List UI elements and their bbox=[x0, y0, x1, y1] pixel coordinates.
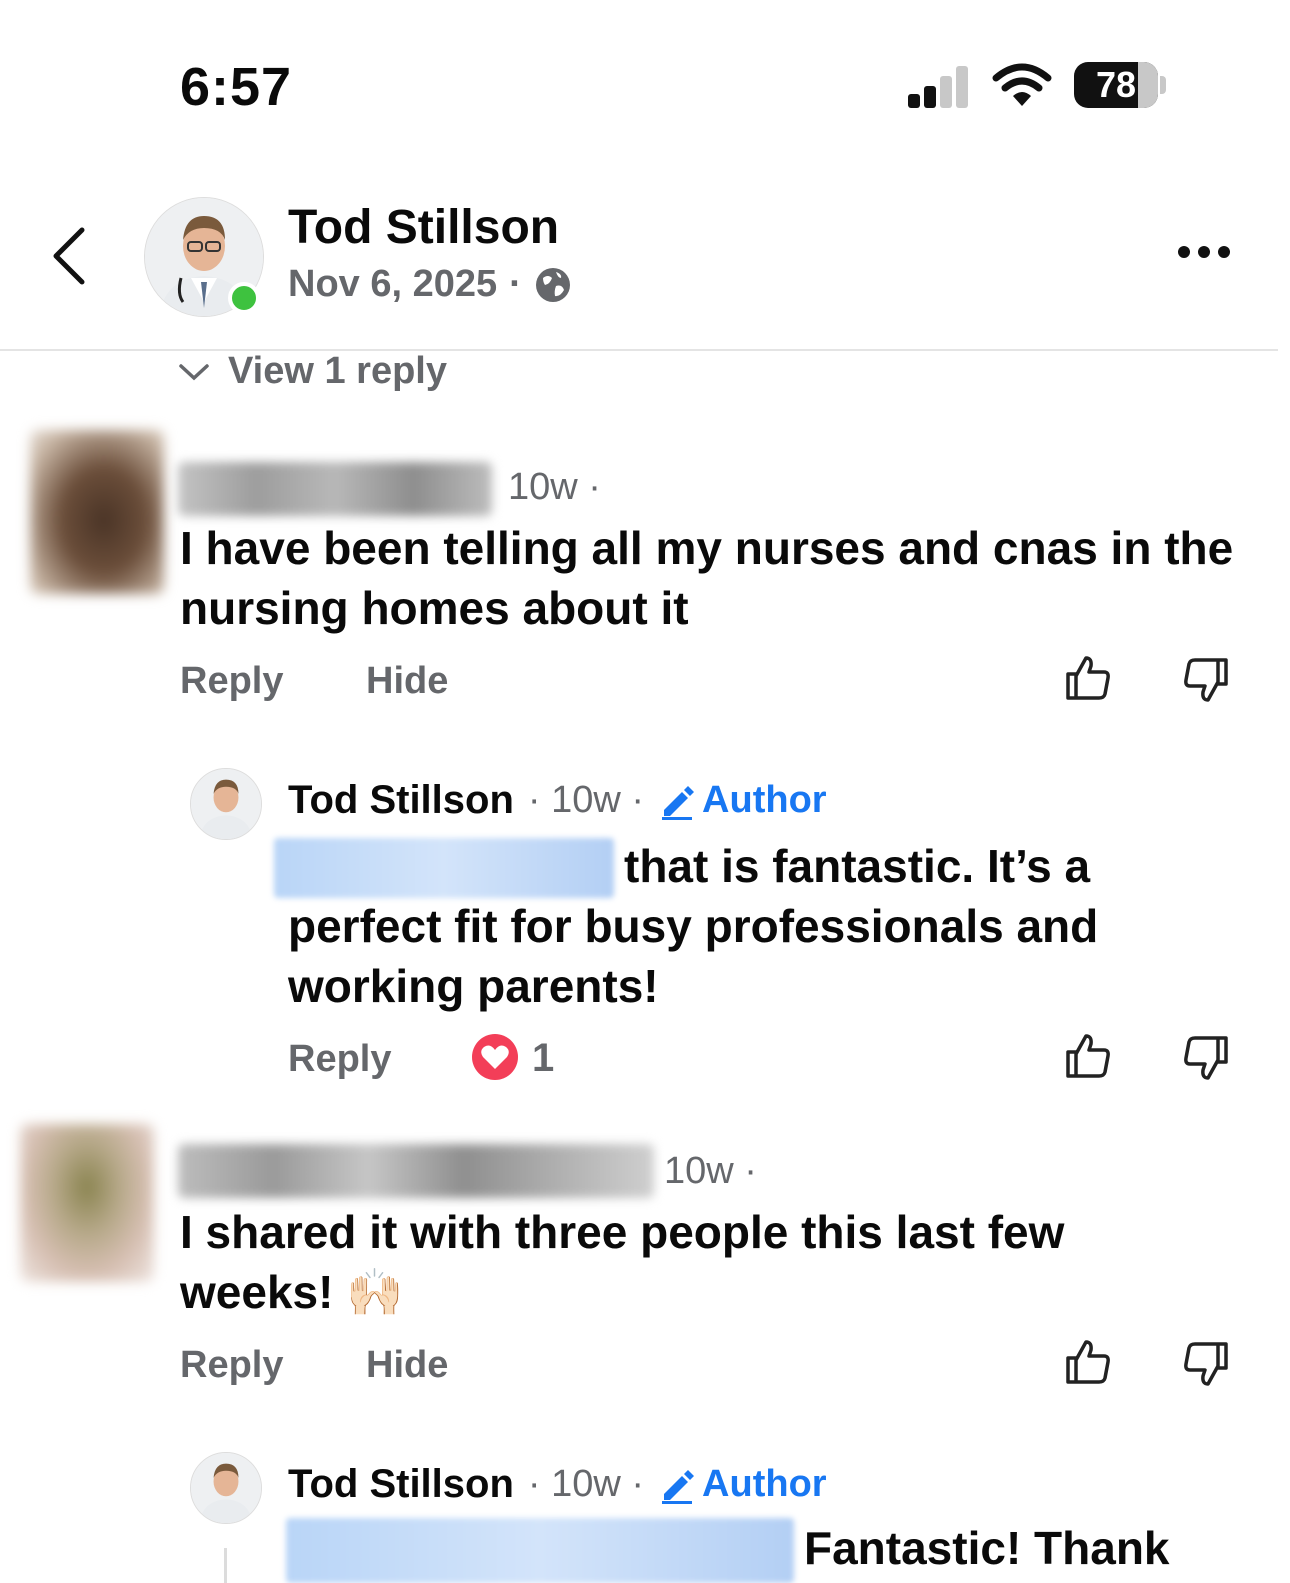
author-label: Author bbox=[702, 779, 827, 821]
reply-author-name[interactable]: Tod Stillson bbox=[288, 778, 514, 823]
author-badge: Author bbox=[658, 1463, 827, 1506]
comment-text-line2: weeks! 🙌🏻 bbox=[180, 1266, 404, 1318]
meta-separator: · bbox=[509, 263, 522, 305]
commenter-avatar[interactable] bbox=[30, 430, 164, 594]
pencil-icon bbox=[662, 785, 695, 820]
reply-meta: · 10w · bbox=[527, 1463, 645, 1505]
thumbs-up-icon[interactable] bbox=[1064, 654, 1112, 702]
reply-button[interactable]: Reply bbox=[180, 660, 283, 703]
thread-line bbox=[224, 1548, 227, 1583]
thumbs-up-icon[interactable] bbox=[1064, 1032, 1112, 1080]
back-chevron-icon[interactable] bbox=[48, 226, 92, 286]
author-badge: Author bbox=[658, 779, 827, 822]
comment-timestamp: 10w · bbox=[508, 466, 601, 508]
reply-avatar[interactable] bbox=[190, 1452, 262, 1524]
post-author-name[interactable]: Tod Stillson bbox=[288, 200, 559, 255]
pencil-icon bbox=[662, 1469, 695, 1504]
mention-redacted[interactable] bbox=[286, 1518, 794, 1583]
comment-timestamp: 10w · bbox=[664, 1150, 757, 1192]
comment-text: I have been telling all my nurses and cn… bbox=[180, 522, 1234, 634]
heart-glyph bbox=[481, 1045, 509, 1069]
reply-text-line2: perfect fit for busy professionals and bbox=[288, 900, 1099, 952]
thumbs-down-icon[interactable] bbox=[1182, 1340, 1230, 1388]
reply-text-line1: Fantastic! Thank bbox=[804, 1522, 1170, 1574]
battery-cap bbox=[1160, 76, 1166, 94]
post-date: Nov 6, 2025 bbox=[288, 263, 498, 305]
globe-icon bbox=[535, 267, 570, 302]
signal-icon bbox=[908, 66, 968, 108]
reaction-count: 1 bbox=[532, 1036, 555, 1080]
mention-redacted[interactable] bbox=[274, 838, 614, 898]
reply-author-name[interactable]: Tod Stillson bbox=[288, 1462, 514, 1507]
battery-icon: 78 bbox=[1074, 62, 1158, 108]
online-status-dot bbox=[228, 282, 260, 314]
comment-text-line1: I shared it with three people this last … bbox=[180, 1206, 1065, 1258]
reply-avatar[interactable] bbox=[190, 768, 262, 840]
reply-button[interactable]: Reply bbox=[288, 1038, 391, 1081]
commenter-avatar[interactable] bbox=[20, 1124, 154, 1282]
reply-text-line1: that is fantastic. It’s a bbox=[624, 840, 1091, 892]
reply-avatar-portrait bbox=[191, 1453, 261, 1523]
thumbs-down-icon[interactable] bbox=[1182, 1034, 1230, 1082]
status-time: 6:57 bbox=[180, 57, 293, 117]
author-label: Author bbox=[702, 1463, 827, 1505]
reply-avatar-portrait bbox=[191, 769, 261, 839]
battery-level: 78 bbox=[1095, 64, 1137, 105]
thumbs-down-icon[interactable] bbox=[1182, 656, 1230, 704]
chevron-down-icon bbox=[179, 363, 209, 380]
post-meta: Nov 6, 2025 · bbox=[288, 263, 572, 306]
reply-meta: · 10w · bbox=[527, 779, 645, 821]
view-replies-link[interactable]: View 1 reply bbox=[178, 350, 447, 393]
hide-button[interactable]: Hide bbox=[366, 660, 448, 703]
hide-button[interactable]: Hide bbox=[366, 1344, 448, 1387]
thumbs-up-icon[interactable] bbox=[1064, 1338, 1112, 1386]
wifi-icon bbox=[992, 63, 1052, 106]
reply-header: Tod Stillson · 10w · Author bbox=[288, 1462, 827, 1507]
view-replies-label: View 1 reply bbox=[228, 350, 447, 392]
reply-header: Tod Stillson · 10w · Author bbox=[288, 778, 827, 823]
commenter-name-redacted[interactable] bbox=[178, 462, 492, 516]
reply-text-line3: working parents! bbox=[288, 960, 659, 1012]
commenter-name-redacted[interactable] bbox=[178, 1144, 654, 1198]
heart-icon[interactable] bbox=[472, 1034, 518, 1080]
reply-button[interactable]: Reply bbox=[180, 1344, 283, 1387]
more-icon[interactable] bbox=[1178, 246, 1230, 258]
